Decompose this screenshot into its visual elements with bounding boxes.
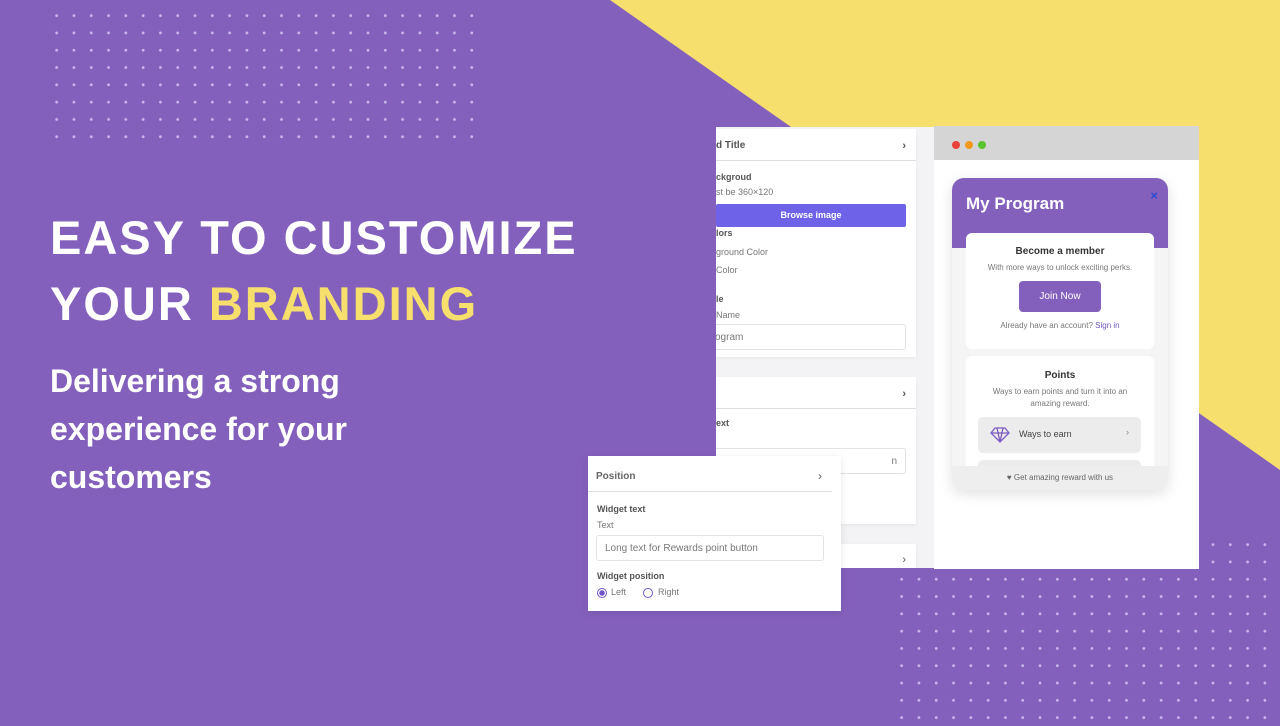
- browser-preview: My Program × Become a member With more wa…: [934, 126, 1199, 569]
- position-panel: Position › Widget text Text Long text fo…: [588, 456, 841, 611]
- position-header[interactable]: Position ›: [588, 456, 832, 492]
- text-color-option[interactable]: Color: [716, 265, 738, 275]
- chevron-right-icon[interactable]: ›: [902, 140, 906, 152]
- chevron-right-icon[interactable]: ›: [902, 388, 906, 400]
- headline: EASY TO CUSTOMIZE YOUR BRANDING: [50, 211, 578, 330]
- close-dot-icon[interactable]: [952, 141, 960, 149]
- minimize-dot-icon[interactable]: [965, 141, 973, 149]
- text-label: Text: [597, 520, 614, 530]
- widget-text-input[interactable]: Long text for Rewards point button: [596, 535, 824, 561]
- chevron-right-icon[interactable]: ›: [902, 554, 906, 566]
- diamond-icon: [990, 427, 1010, 443]
- settings-card-title: d Title › ckgroud st be 360×120 Browse im…: [716, 129, 916, 357]
- text-label: ext: [716, 418, 730, 428]
- hero: EASY TO CUSTOMIZE YOUR BRANDING Deliverin…: [50, 205, 578, 501]
- join-now-button[interactable]: Join Now: [1019, 281, 1101, 312]
- background-label: ckgroud: [716, 172, 752, 182]
- card-header[interactable]: d Title ›: [716, 129, 916, 161]
- chevron-right-icon[interactable]: ›: [818, 469, 822, 483]
- name-label: Name: [716, 310, 741, 320]
- maximize-dot-icon[interactable]: [978, 141, 986, 149]
- background-color-option[interactable]: ground Color: [716, 247, 768, 257]
- radio-left[interactable]: [597, 588, 607, 598]
- sign-in-link[interactable]: Sign in: [1095, 321, 1119, 330]
- chevron-right-icon: ›: [1126, 427, 1129, 437]
- points-title: Points: [1044, 370, 1076, 381]
- colors-label: lors: [716, 228, 733, 238]
- member-card: Become a member With more ways to unlock…: [966, 233, 1154, 349]
- headline-accent: BRANDING: [208, 277, 479, 330]
- widget-footer: ♥ Get amazing reward with us: [952, 466, 1168, 490]
- subtitle: Delivering a strong experience for your …: [50, 363, 347, 495]
- program-name-input[interactable]: ogram: [716, 324, 906, 350]
- points-text: Ways to earn points and turn it into an …: [992, 387, 1128, 408]
- dot-pattern-top-left: [48, 7, 481, 147]
- ways-to-earn-item[interactable]: Ways to earn ›: [978, 417, 1141, 453]
- heart-icon: ♥: [1006, 473, 1012, 482]
- member-text: With more ways to unlock exciting perks.: [987, 263, 1133, 272]
- browser-title-bar: [934, 126, 1199, 160]
- browse-image-button[interactable]: Browse image: [716, 204, 906, 227]
- close-icon[interactable]: ×: [1150, 188, 1158, 203]
- card-header[interactable]: ›: [716, 377, 916, 409]
- size-hint: st be 360×120: [716, 187, 774, 197]
- title-label: le: [716, 294, 724, 304]
- member-title: Become a member: [1015, 246, 1105, 257]
- widget-title: My Program: [966, 194, 1065, 213]
- radio-right[interactable]: [643, 588, 653, 598]
- widget-text-label: Widget text: [597, 504, 646, 514]
- widget-position-label: Widget position: [597, 571, 665, 581]
- rewards-widget: My Program × Become a member With more wa…: [952, 178, 1168, 490]
